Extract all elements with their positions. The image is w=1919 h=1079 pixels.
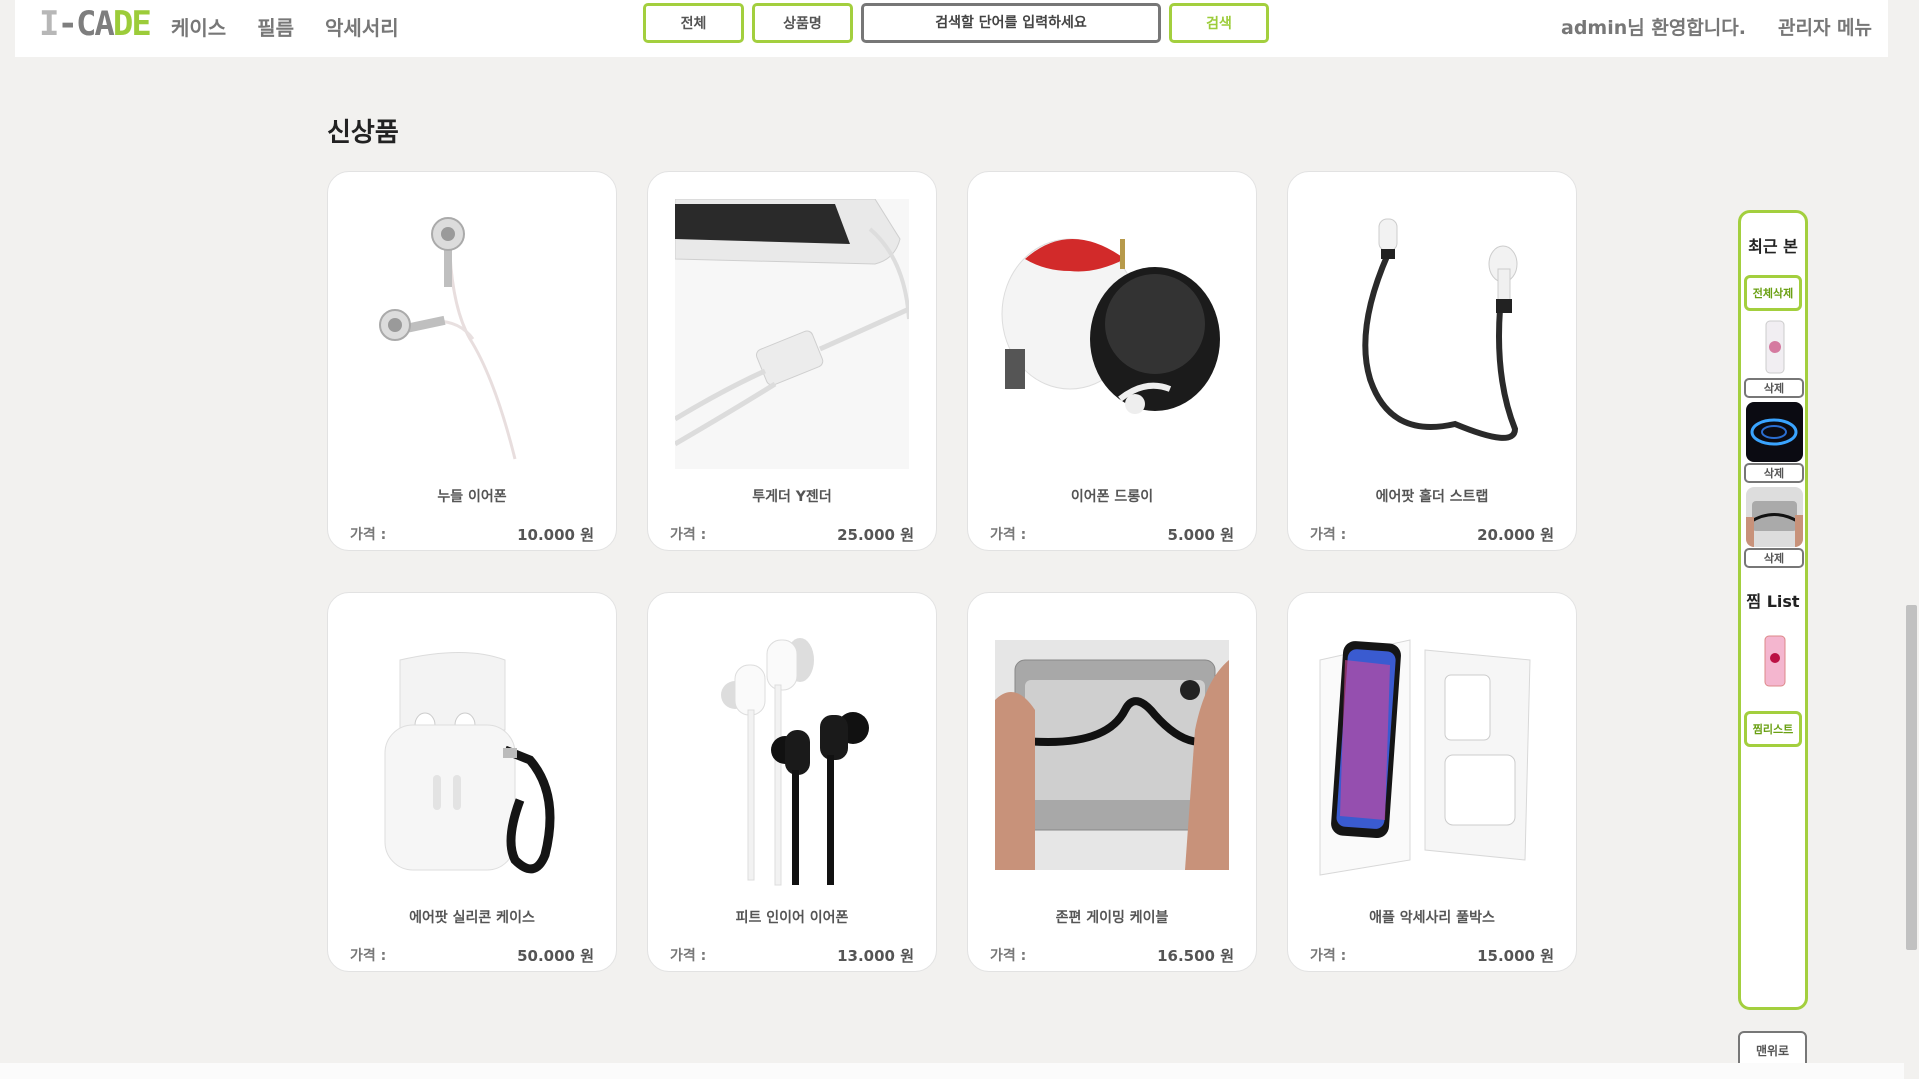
price-label: 가격 : [1310,527,1347,543]
price-label: 가격 : [1310,948,1347,964]
product-card[interactable]: 에어팟 실리콘 케이스 가격 : 50.000 원 [327,592,617,972]
price-label: 가격 : [670,948,707,964]
recent-item-led-cable[interactable] [1746,402,1803,462]
logo-text-2: -CA [57,4,114,44]
product-name: 피트 인이어 이어폰 [735,910,849,926]
price-label: 가격 : [350,527,387,543]
product-price: 16.500 원 [1157,947,1234,965]
product-price: 5.000 원 [1167,526,1234,544]
page-bottom [0,1063,1904,1079]
product-card[interactable]: 이어폰 드롱이 가격 : 5.000 원 [967,171,1257,551]
section-title: 신상품 [327,118,399,148]
product-name: 누들 이어폰 [437,489,507,505]
price-label: 가격 : [350,948,387,964]
nav-film[interactable]: 필름 [257,12,294,41]
product-card[interactable]: 투게더 Y젠더 가격 : 25.000 원 [647,171,937,551]
product-name: 에어팟 실리콘 케이스 [409,910,535,926]
airpod-case-icon [355,620,589,890]
product-price: 20.000 원 [1477,526,1554,544]
delete-button[interactable]: 삭제 [1744,548,1804,568]
earphone-winder-icon [995,199,1229,469]
main-nav: 케이스 필름 악세서리 [171,12,399,41]
iphone-fullbox-icon [1315,620,1549,890]
search-button[interactable]: 검색 [1169,3,1269,43]
product-price: 50.000 원 [517,947,594,965]
logo-text-3: DE [112,4,152,44]
logo-text-1: I [39,4,60,44]
delete-button[interactable]: 삭제 [1744,463,1804,483]
product-name: 투게더 Y젠더 [752,489,832,505]
search-bar: 전체 상품명 검색 [643,3,1269,43]
airpod-strap-icon [1315,199,1549,469]
product-price: 13.000 원 [837,947,914,965]
product-card[interactable]: 누들 이어폰 가격 : 10.000 원 [327,171,617,551]
gaming-cable-icon [995,620,1229,890]
delete-button[interactable]: 삭제 [1744,378,1804,398]
product-price: 25.000 원 [837,526,914,544]
product-name: 존편 게이밍 케이블 [1055,910,1169,926]
wish-list-title: 찜 List [1746,592,1800,611]
price-label: 가격 : [670,527,707,543]
welcome-text: admin님 환영합니다. [1561,17,1746,39]
product-name: 에어팟 홀더 스트랩 [1375,489,1489,505]
search-input[interactable] [861,3,1161,43]
nav-accessory[interactable]: 악세서리 [325,12,399,41]
product-price: 15.000 원 [1477,947,1554,965]
product-name: 이어폰 드롱이 [1070,489,1154,505]
wish-list-button[interactable]: 찜리스트 [1744,711,1802,747]
user-area: admin님 환영합니다. 관리자 메뉴 [1561,13,1872,40]
recent-title: 최근 본 [1748,237,1798,256]
filter-name-button[interactable]: 상품명 [752,3,853,43]
product-name: 애플 악세사리 풀박스 [1369,910,1495,926]
product-card[interactable]: 피트 인이어 이어폰 가격 : 13.000 원 [647,592,937,972]
scrollbar-thumb[interactable] [1906,605,1917,950]
in-ear-earphones-icon [675,620,909,890]
wish-item-phone-case[interactable] [1746,630,1803,690]
filter-all-button[interactable]: 전체 [643,3,744,43]
recent-item-phone-case[interactable] [1746,317,1803,377]
site-logo[interactable]: I -CA DE [39,4,152,44]
header: I -CA DE 케이스 필름 악세서리 전체 상품명 검색 admin님 환영… [15,0,1888,57]
product-card[interactable]: 애플 악세사리 풀박스 가격 : 15.000 원 [1287,592,1577,972]
earphones-icon [355,199,589,469]
product-price: 10.000 원 [517,526,594,544]
nav-case[interactable]: 케이스 [171,12,226,41]
recent-sidebar: 최근 본 전체삭제 삭제 삭제 삭제 찜 List 찜리스트 [1738,210,1808,1010]
product-card[interactable]: 에어팟 홀더 스트랩 가격 : 20.000 원 [1287,171,1577,551]
recent-item-gaming-cable[interactable] [1746,487,1803,547]
price-label: 가격 : [990,527,1027,543]
price-label: 가격 : [990,948,1027,964]
product-grid: 누들 이어폰 가격 : 10.000 원 투게더 Y젠더 가격 : 25.000… [327,171,1577,972]
product-card[interactable]: 존편 게이밍 케이블 가격 : 16.500 원 [967,592,1257,972]
clear-all-button[interactable]: 전체삭제 [1744,275,1802,311]
admin-menu-link[interactable]: 관리자 메뉴 [1778,13,1872,40]
y-gender-cable-icon [675,199,909,469]
